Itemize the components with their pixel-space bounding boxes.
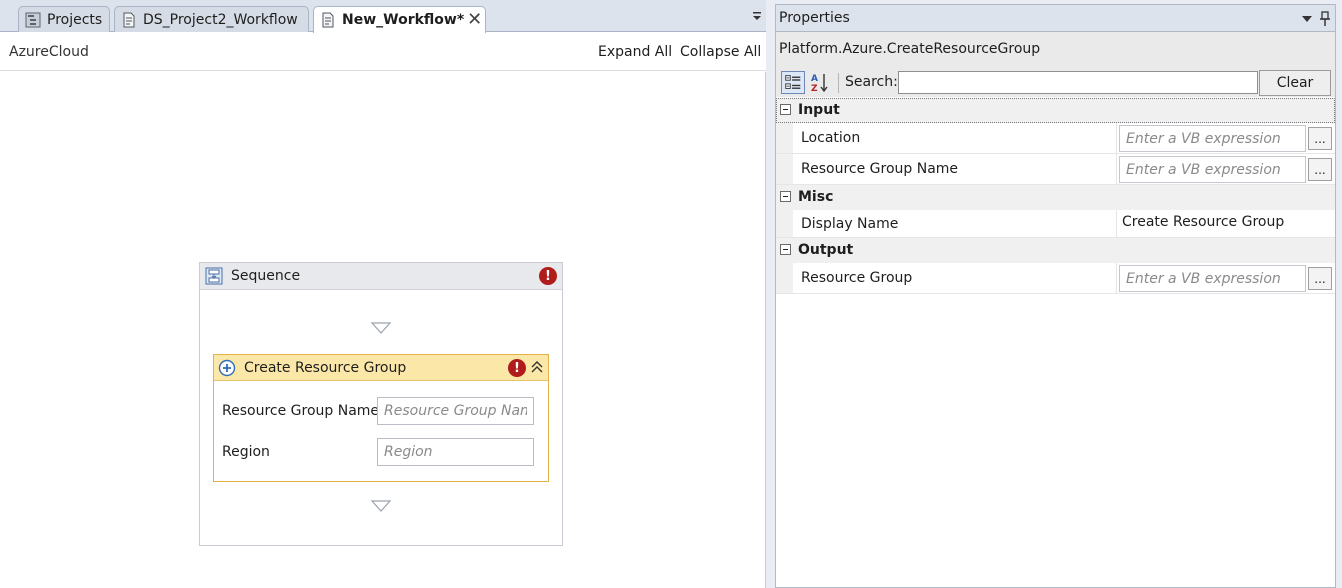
window-position-dropdown-icon[interactable] — [1301, 13, 1313, 25]
property-row-resource-group-name[interactable]: Resource Group Name ... — [776, 154, 1335, 185]
collapse-toggle-icon[interactable] — [780, 244, 791, 255]
ellipsis-button[interactable]: ... — [1308, 267, 1332, 290]
drop-target-arrow-icon[interactable] — [370, 321, 392, 335]
resource-group-name-expression-input[interactable] — [1119, 156, 1306, 183]
selected-type-name: Platform.Azure.CreateResourceGroup — [779, 41, 1041, 57]
ellipsis-button[interactable]: ... — [1308, 127, 1332, 150]
resource-group-name-label: Resource Group Name — [222, 403, 380, 419]
category-misc[interactable]: Misc — [776, 185, 1335, 210]
property-row-resource-group[interactable]: Resource Group ... — [776, 263, 1335, 294]
region-label: Region — [222, 444, 270, 460]
location-expression-input[interactable] — [1119, 125, 1306, 152]
tab-label: DS_Project2_Workflow — [143, 11, 298, 28]
tab-new-workflow[interactable]: New_Workflow* ✕ — [313, 6, 486, 33]
activity-title: Create Resource Group — [244, 359, 407, 376]
sequence-icon — [205, 267, 223, 285]
designer-breadcrumb-bar: AzureCloud Expand All Collapse All — [0, 33, 766, 71]
display-name-value[interactable]: Create Resource Group — [1122, 214, 1284, 230]
property-row-location[interactable]: Location ... — [776, 123, 1335, 154]
expand-plus-icon[interactable] — [218, 359, 236, 377]
create-resource-group-activity[interactable]: Create Resource Group ! Resource Group N… — [213, 354, 549, 482]
category-label: Input — [798, 102, 840, 118]
collapse-all-link[interactable]: Collapse All — [680, 44, 761, 60]
ellipsis-button[interactable]: ... — [1308, 158, 1332, 181]
selected-object-header: Platform.Azure.CreateResourceGroup — [776, 32, 1335, 68]
property-search-input[interactable] — [898, 71, 1258, 94]
collapse-toggle-icon[interactable] — [780, 191, 791, 202]
property-name: Resource Group — [801, 270, 913, 286]
property-name: Resource Group Name — [801, 161, 959, 177]
property-name: Location — [801, 130, 861, 146]
collapse-toggle-icon[interactable] — [780, 104, 791, 115]
tab-list-dropdown-icon[interactable] — [750, 9, 764, 23]
category-output[interactable]: Output — [776, 238, 1335, 263]
tab-label: Projects — [47, 11, 103, 28]
properties-titlebar: Properties — [776, 5, 1335, 32]
category-input[interactable]: Input — [776, 98, 1335, 123]
validation-error-icon[interactable]: ! — [508, 359, 526, 377]
resource-group-expression-input[interactable] — [1119, 265, 1306, 292]
category-label: Misc — [798, 189, 834, 205]
workflow-document-icon — [322, 12, 334, 28]
properties-panel: Properties Platform.Azure.CreateResource… — [775, 4, 1336, 588]
svg-text:A: A — [811, 74, 818, 84]
properties-toolbar: A Z Search: Clear — [776, 68, 1335, 97]
tab-label: New_Workflow* — [342, 12, 465, 28]
categorized-view-icon[interactable] — [781, 71, 805, 94]
panel-title: Properties — [779, 10, 850, 26]
property-row-display-name[interactable]: Display Name Create Resource Group — [776, 210, 1335, 238]
workflow-designer: Projects DS_Project2_Workflow New_Workfl… — [0, 0, 766, 588]
drop-target-arrow-icon[interactable] — [370, 499, 392, 513]
property-grid: Input Location ... Resource Group Name .… — [776, 98, 1335, 294]
document-tab-strip: Projects DS_Project2_Workflow New_Workfl… — [0, 0, 766, 33]
clear-search-button[interactable]: Clear — [1259, 70, 1331, 96]
property-name: Display Name — [801, 216, 899, 232]
category-label: Output — [798, 242, 854, 258]
search-label: Search: — [845, 74, 898, 90]
collapse-chevron-icon[interactable] — [530, 359, 544, 375]
sequence-activity[interactable]: Sequence ! Create Resource Group ! Resou… — [199, 262, 563, 546]
resource-group-name-input[interactable] — [377, 397, 534, 425]
project-tree-icon — [25, 12, 41, 27]
close-tab-icon[interactable]: ✕ — [467, 11, 482, 29]
region-input[interactable] — [377, 438, 534, 466]
breadcrumb[interactable]: AzureCloud — [9, 44, 89, 60]
tab-ds-project2-workflow[interactable]: DS_Project2_Workflow — [114, 6, 309, 32]
svg-text:Z: Z — [811, 84, 818, 94]
sequence-header[interactable]: Sequence ! — [200, 263, 562, 290]
sequence-title: Sequence — [231, 268, 301, 284]
toolbar-separator — [838, 73, 839, 93]
validation-error-icon[interactable]: ! — [539, 267, 557, 285]
workflow-document-icon — [123, 12, 135, 27]
activity-header[interactable]: Create Resource Group ! — [214, 355, 548, 381]
sort-alphabetical-icon[interactable]: A Z — [808, 71, 832, 94]
pin-icon[interactable] — [1318, 11, 1332, 27]
expand-all-link[interactable]: Expand All — [598, 44, 672, 60]
tab-projects[interactable]: Projects — [18, 6, 110, 32]
